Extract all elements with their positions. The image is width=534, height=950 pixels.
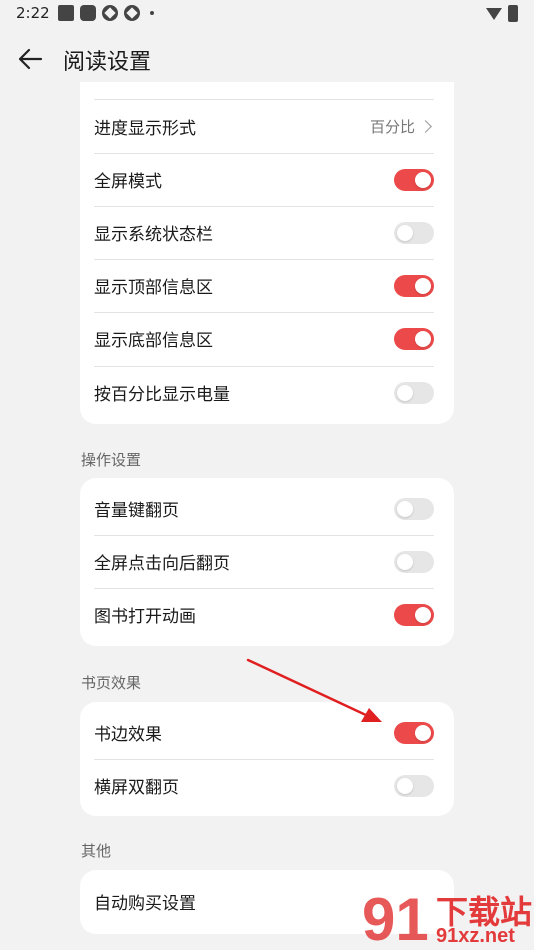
watermark-domain: 91xz.net <box>436 925 515 947</box>
row-label: 显示底部信息区 <box>94 331 213 351</box>
watermark-logo: 91 下载站 91xz.net <box>360 885 534 950</box>
battery-icon <box>508 5 518 22</box>
row-label: 显示顶部信息区 <box>94 278 213 298</box>
page-effect-card: 书边效果 横屏双翻页 <box>80 702 454 816</box>
book-open-animation-toggle[interactable] <box>394 603 434 626</box>
system-icons <box>486 5 518 22</box>
volume-key-page-row: 音量键翻页 <box>94 482 434 535</box>
section-title-operation: 操作设置 <box>81 451 142 469</box>
tap-next-page-toggle[interactable] <box>394 550 434 573</box>
row-label: 进度显示形式 <box>94 119 196 139</box>
book-edge-effect-row: 书边效果 <box>94 706 434 759</box>
page-title: 阅读设置 <box>63 50 152 75</box>
fullscreen-mode-toggle[interactable] <box>394 168 434 191</box>
section-title-other: 其他 <box>81 842 112 860</box>
landscape-double-page-toggle[interactable] <box>394 774 434 797</box>
notification-icons <box>58 5 154 21</box>
row-label: 全屏点击向后翻页 <box>94 554 230 574</box>
row-label: 全屏模式 <box>94 172 162 192</box>
battery-percent-toggle[interactable] <box>394 381 434 404</box>
notification-app-icon <box>80 5 96 21</box>
section-title-page-effect: 书页效果 <box>81 674 142 692</box>
svg-text:91: 91 <box>362 886 429 950</box>
chevron-right-icon <box>419 120 432 133</box>
show-bottom-info-toggle[interactable] <box>394 327 434 350</box>
progress-display-row[interactable]: 进度显示形式 百分比 <box>94 100 434 153</box>
back-button[interactable] <box>16 44 46 74</box>
show-status-bar-row: 显示系统状态栏 <box>94 206 434 259</box>
fullscreen-mode-row: 全屏模式 <box>94 153 434 206</box>
wifi-icon <box>486 7 502 20</box>
battery-percent-row: 按百分比显示电量 <box>94 366 434 419</box>
show-top-info-row: 显示顶部信息区 <box>94 259 434 312</box>
operation-settings-card: 音量键翻页 全屏点击向后翻页 图书打开动画 <box>80 478 454 646</box>
status-bar: 2:22 <box>0 0 534 28</box>
status-time: 2:22 <box>16 4 50 22</box>
row-value: 百分比 <box>369 118 415 136</box>
volume-key-page-toggle[interactable] <box>394 497 434 520</box>
notification-circle-icon <box>124 5 140 21</box>
row-label: 音量键翻页 <box>94 501 179 521</box>
book-open-animation-row: 图书打开动画 <box>94 588 434 641</box>
progress-display-value: 百分比 <box>370 116 434 137</box>
book-edge-effect-toggle[interactable] <box>394 721 434 744</box>
row-label: 图书打开动画 <box>94 607 196 627</box>
app-header: 阅读设置 <box>0 36 534 82</box>
show-status-bar-toggle[interactable] <box>394 221 434 244</box>
notification-square-icon <box>58 5 74 21</box>
row-label: 自动购买设置 <box>94 894 196 914</box>
row-label: 书边效果 <box>94 725 162 745</box>
show-bottom-info-row: 显示底部信息区 <box>94 312 434 365</box>
tap-next-page-row: 全屏点击向后翻页 <box>94 535 434 588</box>
row-label: 横屏双翻页 <box>94 778 179 798</box>
row-label: 显示系统状态栏 <box>94 225 213 245</box>
show-top-info-toggle[interactable] <box>394 274 434 297</box>
watermark-91-icon: 91 <box>362 886 429 950</box>
more-notifications-icon <box>150 11 154 15</box>
back-arrow-icon <box>18 48 43 70</box>
landscape-double-page-row: 横屏双翻页 <box>94 759 434 812</box>
row-label: 按百分比显示电量 <box>94 385 230 405</box>
display-settings-card: 进度显示形式 百分比 全屏模式 显示系统状态栏 显示顶部信息区 显示底部信息区 … <box>80 82 454 424</box>
notification-circle-icon <box>102 5 118 21</box>
